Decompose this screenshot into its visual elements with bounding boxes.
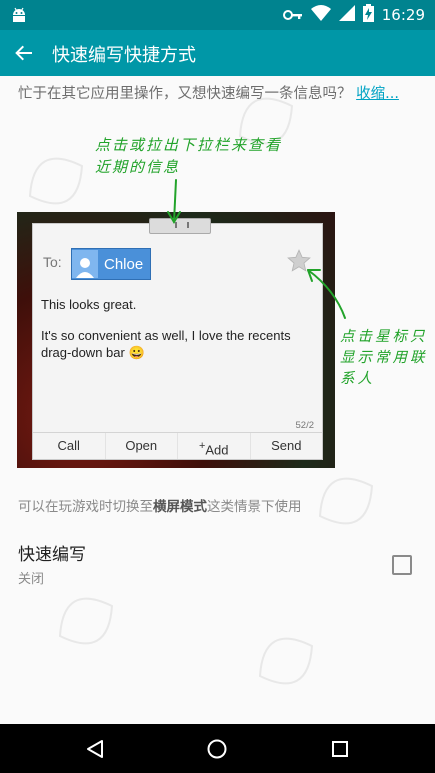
annotation-drag-down: 点击或拉出下拉栏来查看近期的信息 xyxy=(95,136,283,176)
star-icon xyxy=(286,248,312,278)
demo-open-action: Open xyxy=(106,433,178,459)
nav-recents-button[interactable] xyxy=(326,735,354,763)
demo-add-action: +Add xyxy=(178,433,251,459)
navigation-bar xyxy=(0,724,435,773)
contact-chip: Chloe xyxy=(71,248,151,280)
back-button[interactable] xyxy=(10,39,38,67)
demo-screenshot: To: Chloe This looks great. It's so conv… xyxy=(17,212,335,468)
demo-action-bar: Call Open +Add Send xyxy=(33,432,322,459)
recents-square-icon xyxy=(332,741,348,757)
arrow-back-icon xyxy=(15,45,32,61)
intro-text: 忙于在其它应用里操作，又想快速编写一条信息吗？ 收缩... xyxy=(18,84,413,105)
setting-summary: 关闭 xyxy=(18,572,45,587)
collapse-link[interactable]: 收缩... xyxy=(356,86,399,102)
recents-drag-handle xyxy=(149,218,211,234)
contact-avatar-icon xyxy=(72,250,98,278)
intro-description: 忙于在其它应用里操作，又想快速编写一条信息吗？ xyxy=(18,86,352,102)
contact-name: Chloe xyxy=(104,255,144,273)
note-after: 这类情景下使用 xyxy=(207,499,302,515)
home-circle-icon xyxy=(207,739,227,759)
char-counter: 52/2 xyxy=(295,420,315,431)
setting-title: 快速编写 xyxy=(18,545,86,565)
status-bar: 16:29 xyxy=(0,0,435,30)
back-triangle-icon xyxy=(87,740,103,758)
annotation-star: 点击星标只显示常用联系人 xyxy=(340,329,428,387)
note-before: 可以在玩游戏时切换至 xyxy=(18,499,153,515)
status-time: 16:29 xyxy=(381,6,425,24)
message-line-2-text: It's so convenient as well, I love the r… xyxy=(41,328,291,360)
landscape-note: 可以在玩游戏时切换至横屏模式这类情景下使用 xyxy=(18,495,302,515)
android-debug-icon xyxy=(10,6,28,28)
battery-charging-icon xyxy=(362,4,374,26)
message-line-2: It's so convenient as well, I love the r… xyxy=(41,327,316,361)
quick-compose-card: To: Chloe This looks great. It's so conv… xyxy=(32,218,323,460)
demo-add-label: Add xyxy=(205,442,229,458)
message-body: This looks great. It's so convenient as … xyxy=(41,296,316,375)
to-label: To: xyxy=(43,254,62,270)
nav-back-button[interactable] xyxy=(81,735,109,763)
nav-home-button[interactable] xyxy=(203,735,231,763)
signal-icon xyxy=(338,5,355,25)
key-icon xyxy=(282,6,303,25)
demo-send-action: Send xyxy=(271,438,302,453)
message-line-1: This looks great. xyxy=(41,297,137,312)
quick-compose-setting-row[interactable]: 快速编写 关闭 xyxy=(0,536,435,596)
wifi-icon xyxy=(310,5,331,25)
app-bar: 快速编写快捷方式 xyxy=(0,30,435,76)
note-highlight: 横屏模式 xyxy=(153,499,207,515)
page-title: 快速编写快捷方式 xyxy=(52,45,196,66)
demo-call-action: Call xyxy=(33,433,106,459)
smiley-emoji: 😀 xyxy=(128,345,145,360)
quick-compose-checkbox[interactable] xyxy=(392,555,412,575)
